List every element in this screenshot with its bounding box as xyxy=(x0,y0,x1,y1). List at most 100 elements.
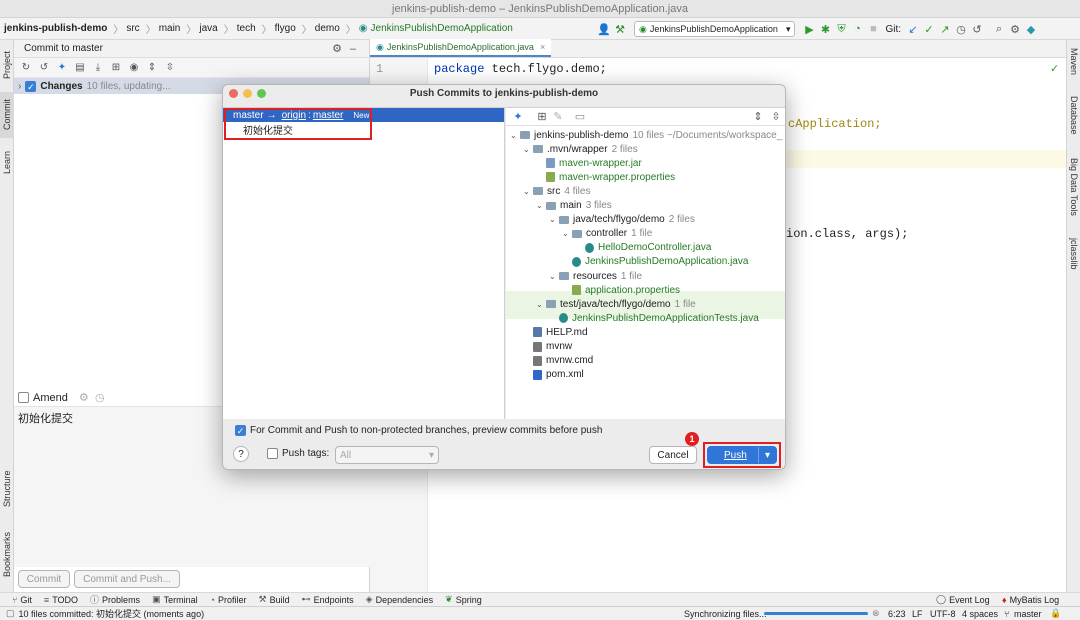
file-encoding[interactable]: UTF-8 xyxy=(930,609,956,619)
refresh-icon[interactable]: ↻ xyxy=(18,60,34,76)
chevron-down-icon[interactable]: ⌄ xyxy=(549,215,559,224)
tool-todo[interactable]: ≡ TODO xyxy=(44,595,78,605)
tool-terminal[interactable]: ▣ Terminal xyxy=(152,594,198,605)
move-icon[interactable]: ✦ xyxy=(54,60,70,76)
tool-endpoints[interactable]: ⊷ Endpoints xyxy=(302,594,354,605)
tree-folder[interactable]: ⌄ jenkins-publish-demo 10 files ~/Document… xyxy=(510,128,782,142)
tool-profiler[interactable]: ◔ Profiler xyxy=(210,595,247,605)
rollback-icon[interactable]: ↺ xyxy=(36,60,52,76)
search-icon[interactable]: ⌕ xyxy=(991,21,1007,37)
editor-tab[interactable]: ◉ JenkinsPublishDemoApplication.java × xyxy=(370,39,552,57)
coverage-icon[interactable]: ⛨ xyxy=(833,21,849,37)
tree-file[interactable]: maven-wrapper.properties xyxy=(536,170,675,184)
tree-file[interactable]: application.properties xyxy=(562,283,680,297)
cancel-button[interactable]: Cancel xyxy=(649,446,697,464)
tree-file[interactable]: JenkinsPublishDemoApplication.java xyxy=(562,255,748,269)
tab-big-data-tools[interactable]: Big Data Tools xyxy=(1067,158,1080,228)
preview-checkbox[interactable]: ✓ xyxy=(235,425,246,436)
group-icon[interactable]: ⊞ xyxy=(108,60,124,76)
tree-file[interactable]: maven-wrapper.jar xyxy=(536,156,642,170)
run-icon[interactable]: ▶ xyxy=(801,21,817,37)
gear-icon[interactable]: ⚙ xyxy=(329,40,345,56)
chevron-down-icon[interactable]: ⌄ xyxy=(523,145,533,154)
tree-file[interactable]: pom.xml xyxy=(523,368,584,382)
minimize-icon[interactable]: – xyxy=(345,41,361,57)
tree-file[interactable]: HELP.md xyxy=(523,325,588,339)
tree-folder[interactable]: ⌄ test/java/tech/flygo/demo 1 file xyxy=(536,297,696,311)
move-icon[interactable]: ✦ xyxy=(510,109,526,125)
collapse-all-icon[interactable]: ⇳ xyxy=(162,60,178,76)
shelve-icon[interactable]: ⤓ xyxy=(90,60,106,76)
gear-icon[interactable]: ⚙ xyxy=(76,390,92,406)
line-separator[interactable]: LF xyxy=(912,609,923,619)
tree-folder[interactable]: ⌄ main 3 files xyxy=(536,199,612,213)
diff-icon[interactable]: ▭ xyxy=(572,109,588,125)
plugin-icon[interactable]: ◆ xyxy=(1023,21,1039,37)
tool-build[interactable]: ⚒ Build xyxy=(259,594,290,605)
tool-mybatis-log[interactable]: ♦ MyBatis Log xyxy=(1002,595,1059,605)
chevron-down-icon[interactable]: ⌄ xyxy=(549,272,559,281)
tool-dependencies[interactable]: ◈ Dependencies xyxy=(366,594,433,605)
tab-jclasslib[interactable]: jclasslib xyxy=(1067,238,1080,284)
help-button[interactable]: ? xyxy=(233,446,249,462)
tags-select[interactable]: All ▾ xyxy=(335,446,439,464)
run-config-select[interactable]: ◉ JenkinsPublishDemoApplication ▾ xyxy=(634,21,796,37)
tab-project[interactable]: Project xyxy=(0,44,14,86)
git-update-icon[interactable]: ↙ xyxy=(905,21,921,37)
breadcrumb-src[interactable]: src xyxy=(126,23,139,34)
maximize-icon[interactable] xyxy=(257,89,266,98)
breadcrumb-java[interactable]: java xyxy=(199,23,217,34)
chevron-down-icon[interactable]: ⌄ xyxy=(536,300,546,309)
caret-position[interactable]: 6:23 xyxy=(888,609,906,619)
collapse-all-icon[interactable]: ⇳ xyxy=(768,109,784,125)
close-icon[interactable]: × xyxy=(540,42,545,52)
eye-icon[interactable]: ◉ xyxy=(126,60,142,76)
diff-icon[interactable]: ▤ xyxy=(72,60,88,76)
tree-file[interactable]: HelloDemoController.java xyxy=(575,241,711,255)
tab-bookmarks[interactable]: Bookmarks xyxy=(0,526,14,582)
tab-maven[interactable]: Maven xyxy=(1067,48,1080,88)
tree-folder[interactable]: ⌄ src 4 files xyxy=(523,184,590,198)
chevron-down-icon[interactable]: ⌄ xyxy=(510,131,520,140)
tree-folder[interactable]: ⌄ .mvn/wrapper 2 files xyxy=(523,142,638,156)
tree-folder[interactable]: ⌄ resources 1 file xyxy=(549,269,642,283)
changes-checkbox[interactable]: ✓ xyxy=(25,80,37,92)
amend-checkbox[interactable] xyxy=(18,392,29,403)
close-icon[interactable] xyxy=(229,89,238,98)
hammer-icon[interactable]: ⚒ xyxy=(612,21,628,37)
tool-git[interactable]: ⑂ Git xyxy=(12,595,32,605)
tool-spring[interactable]: ❦ Spring xyxy=(445,594,482,605)
tool-event-log[interactable]: ◯ Event Log xyxy=(936,594,990,605)
tab-learn[interactable]: Learn xyxy=(0,144,14,180)
breadcrumb-tech[interactable]: tech xyxy=(237,23,256,34)
gear-icon[interactable]: ⚙ xyxy=(1007,21,1023,37)
push-tags-checkbox[interactable] xyxy=(267,448,278,459)
tree-file[interactable]: mvnw xyxy=(523,340,572,354)
history-icon[interactable]: ◷ xyxy=(953,21,969,37)
minimize-icon[interactable] xyxy=(243,89,252,98)
tree-file[interactable]: mvnw.cmd xyxy=(523,354,593,368)
git-branch[interactable]: master xyxy=(1014,609,1042,619)
profile-icon[interactable]: ◔ xyxy=(849,21,865,37)
code-line-1[interactable]: package tech.flygo.demo; xyxy=(434,62,607,76)
user-icon[interactable]: 👤 xyxy=(596,21,612,37)
tab-structure[interactable]: Structure xyxy=(0,464,14,514)
tab-database[interactable]: Database xyxy=(1067,96,1080,146)
commit-and-push-button[interactable]: Commit and Push... xyxy=(74,570,180,588)
breadcrumb-demo[interactable]: demo xyxy=(315,23,340,34)
breadcrumb-flygo[interactable]: flygo xyxy=(275,23,296,34)
chevron-down-icon[interactable]: ⌄ xyxy=(536,201,546,210)
breadcrumb-project[interactable]: jenkins-publish-demo xyxy=(4,23,107,34)
expand-all-icon[interactable]: ⇕ xyxy=(144,60,160,76)
breadcrumb-class[interactable]: JenkinsPublishDemoApplication xyxy=(371,23,513,34)
history-icon[interactable]: ◷ xyxy=(92,390,108,406)
debug-icon[interactable]: ✱ xyxy=(817,21,833,37)
tool-problems[interactable]: ⓘ Problems xyxy=(90,593,140,606)
group-icon[interactable]: ⊞ xyxy=(534,109,550,125)
chevron-down-icon[interactable]: ⌄ xyxy=(562,229,572,238)
git-commit-icon[interactable]: ✓ xyxy=(921,21,937,37)
commit-button[interactable]: Commit xyxy=(18,570,70,588)
edit-icon[interactable]: ✎ xyxy=(550,109,566,125)
indent-setting[interactable]: 4 spaces xyxy=(962,609,998,619)
expand-all-icon[interactable]: ⇕ xyxy=(750,109,766,125)
